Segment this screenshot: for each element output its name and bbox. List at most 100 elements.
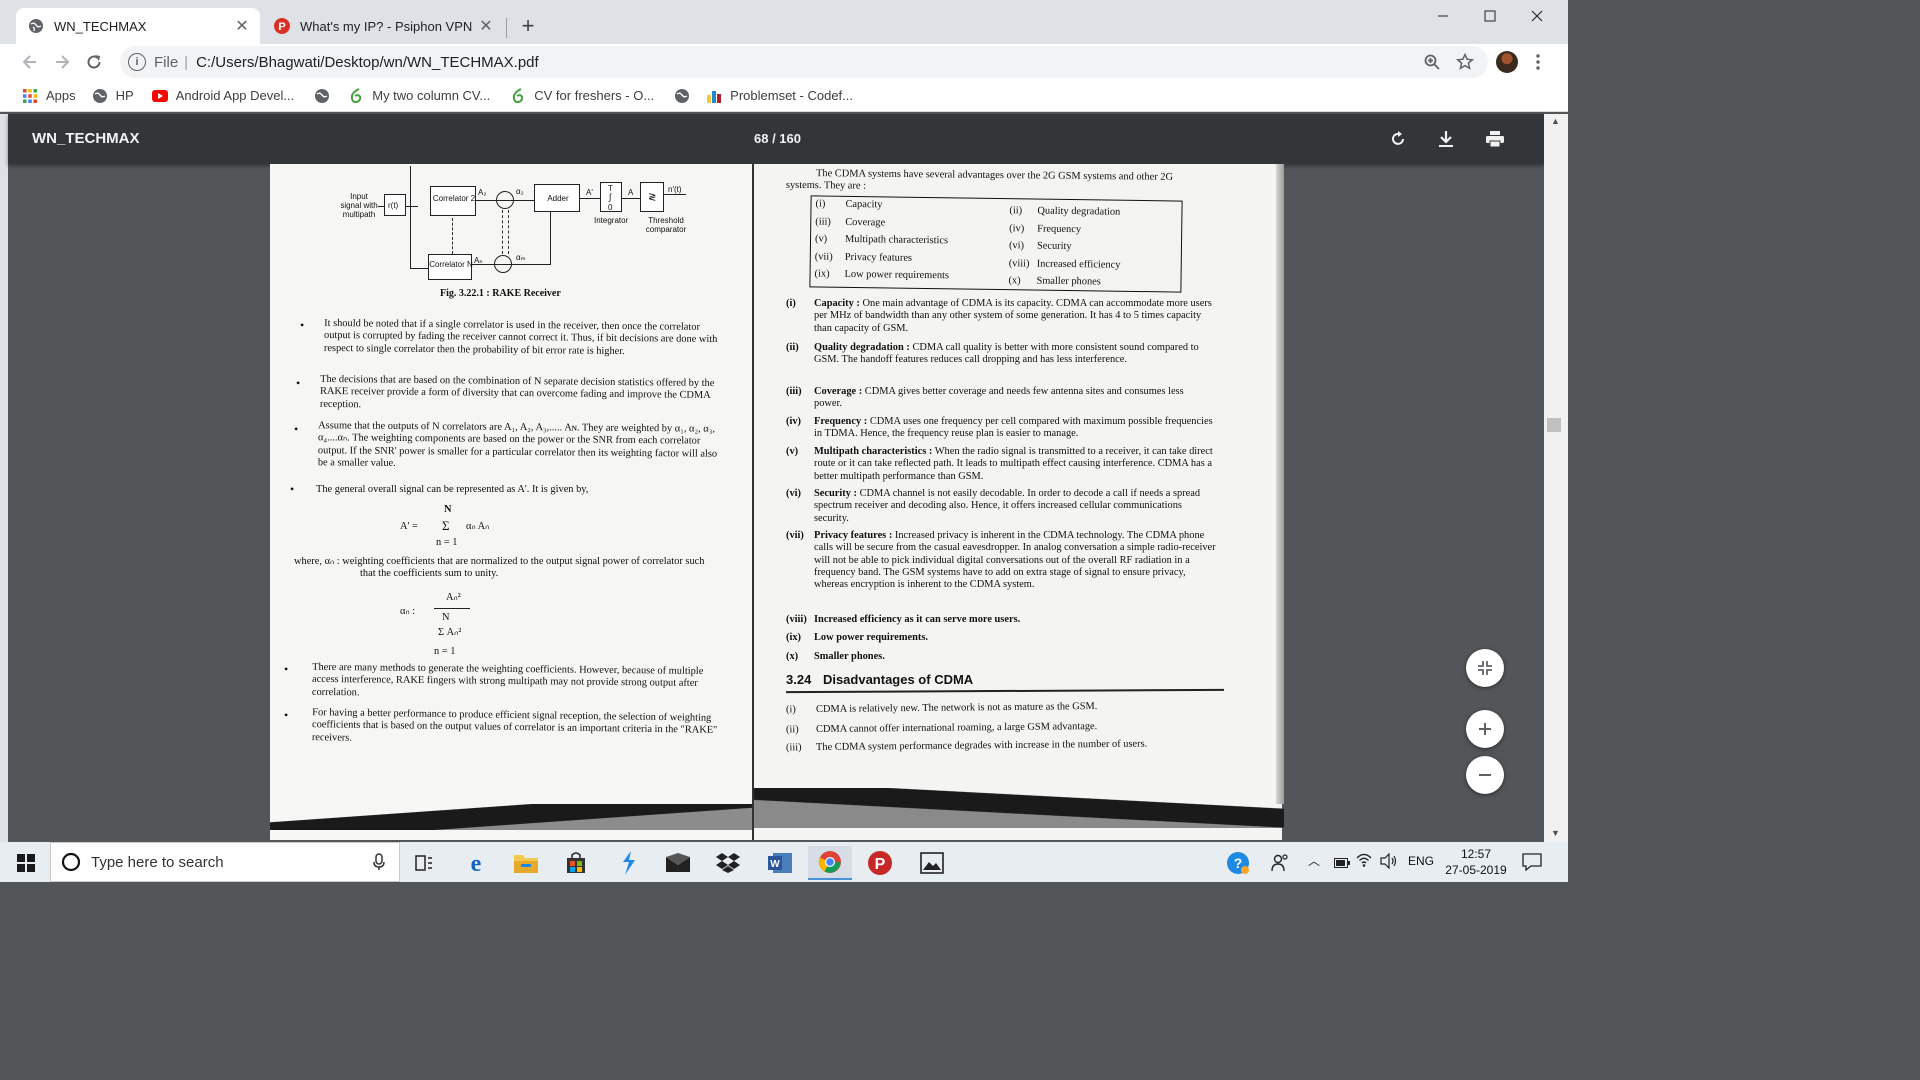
zoom-icon[interactable] [1418,48,1446,76]
download-icon[interactable] [1434,127,1458,151]
tab-wn-techmax[interactable]: WN_TECHMAX ✕ [16,8,260,44]
forward-button[interactable] [48,48,76,76]
address-bar[interactable]: i File | C:/Users/Bhagwati/Desktop/wn/WN… [120,46,1488,78]
zoom-out-button[interactable] [1466,756,1504,794]
intro-paragraph: The CDMA systems have several advantages… [785,168,1174,192]
section-number: 3.24 [786,672,812,687]
rt-block: r(t) [384,194,406,216]
integrator-block: T ∫ 0 [600,182,622,212]
item-text: CDMA gives better coverage and needs few… [814,386,1184,410]
dropbox-icon[interactable] [706,846,750,880]
print-icon[interactable] [1483,127,1507,151]
diagram-dashed-wire [508,210,509,254]
help-icon[interactable]: ? [1216,846,1260,880]
advantage-item: (iii) Coverage : CDMA gives better cover… [786,386,1214,411]
photos-icon[interactable] [910,846,954,880]
taskbar-clock[interactable]: 12:57 27-05-2019 [1440,846,1512,878]
maximize-button[interactable] [1467,0,1513,32]
bullet-marker: • [284,708,289,722]
back-button[interactable] [16,48,44,76]
rake-receiver-figure: Input signal with multipath r(t) Correla… [334,164,734,288]
tab-psiphon[interactable]: P What's my IP? - Psiphon VPN ✕ [262,8,504,44]
adv-label: Multipath characteristics [844,233,949,247]
gte-symbol: ≷ [648,192,657,203]
bookmark-hp[interactable]: HP [92,88,134,104]
mail-icon[interactable] [656,846,700,880]
close-window-button[interactable] [1514,0,1560,32]
bookmark-globe[interactable] [314,88,338,104]
advantages-table: (i) Capacity (iii) Coverage (v) Multipath c… [809,195,1183,293]
section-underline [785,688,1225,693]
bookmark-android[interactable]: Android App Devel... [151,88,294,104]
store-icon[interactable] [554,846,598,880]
paragraph: Assume that the outputs of N correlators… [317,420,718,469]
disadvantage-item: (i) CDMA is relatively new. The network … [786,700,1226,717]
bookmark-codeforces[interactable]: Problemset - Codef... [706,88,853,104]
paragraph: It should be noted that if a single corr… [323,317,718,357]
multiplier-circle [494,255,512,273]
psiphon-taskbar-icon[interactable]: P [858,846,902,880]
adv-label: Security [1036,240,1072,253]
item-number: (x) [786,651,799,662]
scroll-down-arrow-icon[interactable]: ▼ [1551,828,1560,838]
close-tab-icon[interactable]: ✕ [232,16,252,36]
bookmark-cv-freshers[interactable]: CV for freshers - O... [510,87,654,104]
eq2-den-upper: N [442,612,450,623]
fig-threshold-label: Threshold comparator [645,216,687,234]
fit-page-button[interactable] [1466,649,1504,687]
profile-avatar[interactable] [1496,51,1518,73]
edge-browser-icon[interactable]: e [454,846,498,880]
advantage-item: (i) Capacity : One main advantage of CDM… [786,298,1214,335]
fig-adder-label: Adder [547,194,569,203]
people-icon[interactable] [1258,846,1302,880]
item-number: (vii) [786,530,804,541]
bookmark-apps[interactable]: Apps [22,88,76,104]
task-view-icon[interactable] [402,846,446,880]
scroll-up-arrow-icon[interactable]: ▲ [1551,116,1560,126]
scrollbar[interactable]: ▲ ▼ [1544,114,1568,844]
item-heading: Quality degradation : [814,342,910,353]
advantage-item: (vii) Privacy features : Increased priva… [786,530,1220,591]
item-heading: Smaller phones. [814,651,885,662]
bookmark-star-icon[interactable] [1451,48,1479,76]
vscode-icon[interactable] [606,846,650,880]
apps-grid-icon [22,88,38,104]
adv-num: (vi) [1008,240,1025,252]
close-tab-icon[interactable]: ✕ [476,16,496,36]
scroll-thumb[interactable] [1547,418,1561,432]
minimize-button[interactable] [1420,0,1466,32]
bookmark-globe-2[interactable] [674,88,698,104]
fig-t-lower: 0 [608,203,613,212]
tab-title: WN_TECHMAX [54,18,147,34]
file-explorer-icon[interactable] [504,846,548,880]
where-clause: where, αₙ : weighting coefficients that … [294,556,705,580]
disadvantage-item: (iii) The CDMA system performance degrad… [786,738,1226,755]
rotate-icon[interactable] [1386,127,1410,151]
bookmark-label: Apps [46,88,76,103]
info-icon[interactable]: i [128,53,146,71]
reload-button[interactable] [80,48,108,76]
taskbar-search-box[interactable]: Type here to search [50,842,400,882]
windows-start-icon[interactable] [4,846,48,880]
bullet-marker: • [300,318,305,332]
adv-label: Increased efficiency [1036,258,1121,271]
language-indicator[interactable]: ENG [1408,854,1434,868]
item-number: (vi) [786,488,802,499]
zoom-in-button[interactable] [1466,710,1504,748]
codeforces-icon [706,88,722,104]
microphone-icon[interactable] [373,853,385,875]
menu-icon[interactable] [1524,48,1552,76]
item-heading: Increased efficiency as it can serve mor… [814,614,1021,625]
word-icon[interactable]: W [758,846,802,880]
new-tab-button[interactable]: + [514,12,542,40]
bookmark-cv-two-column[interactable]: My two column CV... [348,87,490,104]
page-indicator[interactable]: 68 / 160 [754,131,801,146]
wifi-icon[interactable] [1356,852,1372,873]
threshold-block: ≷ [640,182,664,212]
battery-icon[interactable] [1334,855,1350,873]
chevron-up-icon[interactable]: ︿ [1308,852,1320,869]
notifications-icon[interactable] [1522,852,1542,877]
chrome-icon[interactable] [808,846,852,880]
item-heading: Security : [814,488,857,499]
volume-icon[interactable] [1380,852,1398,874]
